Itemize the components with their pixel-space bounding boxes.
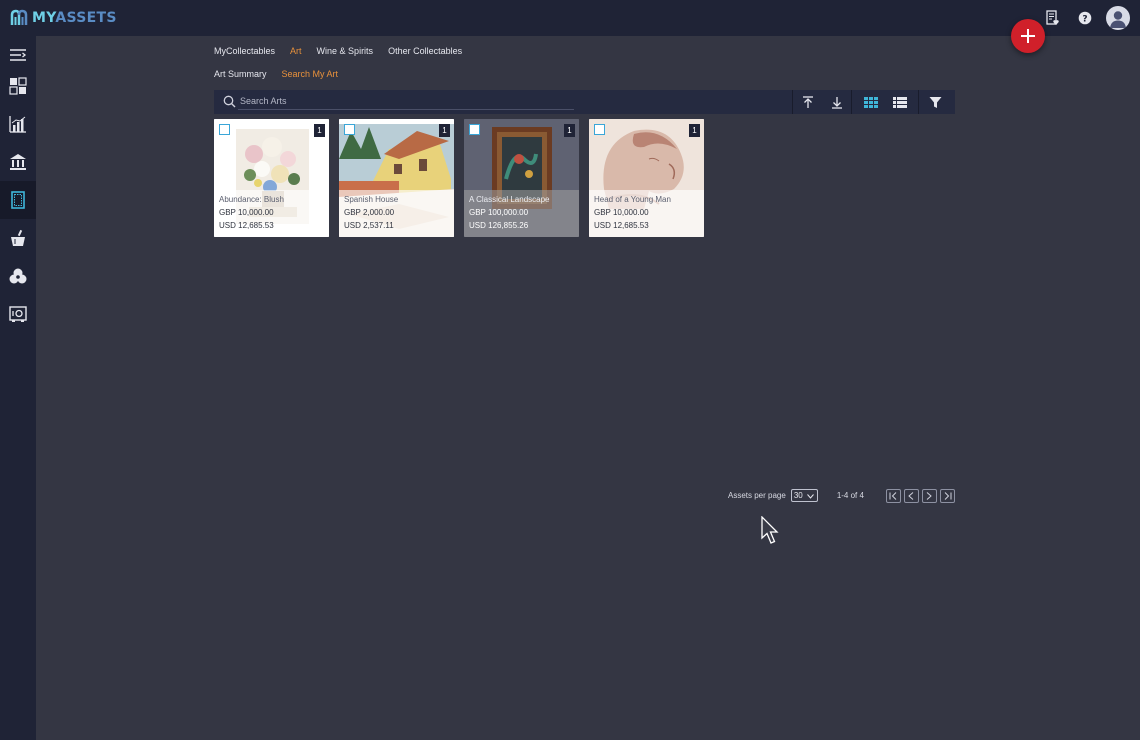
wine-bucket-icon[interactable] xyxy=(0,219,36,257)
brand-name-part2: ASSETS xyxy=(55,10,117,26)
art-card-grid: 1 Abundance: Blush GBP 10,000.00 USD 12,… xyxy=(214,119,714,237)
sidebar xyxy=(0,36,36,740)
search-input[interactable] xyxy=(238,93,574,110)
card-info: A Classical Landscape GBP 100,000.00 USD… xyxy=(464,190,579,237)
art-card[interactable]: 1 Head of a Young Man GBP 10,000.00 USD … xyxy=(589,119,704,237)
search-icon xyxy=(223,95,236,108)
art-subtabs: Art Summary Search My Art xyxy=(214,69,353,79)
prev-page-button[interactable] xyxy=(903,488,919,503)
subtab-search-my-art[interactable]: Search My Art xyxy=(282,69,339,79)
card-info: Spanish House GBP 2,000.00 USD 2,537.11 xyxy=(339,190,454,237)
category-tabs: MyCollectables Art Wine & Spirits Other … xyxy=(214,46,477,56)
art-card[interactable]: 1 Abundance: Blush GBP 10,000.00 USD 12,… xyxy=(214,119,329,237)
user-avatar-icon xyxy=(1110,11,1126,28)
card-quantity-badge: 1 xyxy=(564,124,575,137)
card-quantity-badge: 1 xyxy=(314,124,325,137)
art-card[interactable]: 1 A Classical Landscape GBP 100,000.00 U… xyxy=(464,119,579,237)
svg-text:?: ? xyxy=(1082,14,1087,24)
art-card[interactable]: 1 Spanish House GBP 2,000.00 USD 2,537.1… xyxy=(339,119,454,237)
page-nav xyxy=(883,488,955,503)
download-button[interactable] xyxy=(822,90,851,114)
toolbar-divider xyxy=(851,90,852,114)
filter-icon xyxy=(929,96,942,108)
mouse-cursor-icon xyxy=(761,516,779,544)
list-view-button[interactable] xyxy=(885,90,914,114)
card-quantity-badge: 1 xyxy=(689,124,700,137)
card-title: Spanish House xyxy=(344,195,399,204)
last-page-button[interactable] xyxy=(939,488,955,503)
card-select-checkbox[interactable] xyxy=(344,124,355,135)
next-page-button[interactable] xyxy=(921,488,937,503)
tab-wine-spirits[interactable]: Wine & Spirits xyxy=(317,46,374,56)
subtab-art-summary[interactable]: Art Summary xyxy=(214,69,267,79)
filter-button[interactable] xyxy=(919,90,952,114)
card-title: A Classical Landscape xyxy=(469,195,550,204)
top-bar: MYASSETS ? xyxy=(0,0,1140,36)
add-asset-button[interactable] xyxy=(1011,19,1045,53)
plus-icon xyxy=(1021,29,1035,43)
document-heart-icon[interactable] xyxy=(1042,7,1064,29)
safe-icon[interactable] xyxy=(0,295,36,333)
card-price-usd: USD 126,855.26 xyxy=(469,221,529,230)
list-view-icon xyxy=(892,96,907,108)
brand-logo-icon xyxy=(10,9,28,25)
brand-name-part1: MY xyxy=(32,10,56,26)
upload-button[interactable] xyxy=(793,90,822,114)
card-price-usd: USD 12,685.53 xyxy=(594,221,649,230)
per-page-label: Assets per page xyxy=(728,491,786,500)
card-select-checkbox[interactable] xyxy=(469,124,480,135)
pagination: Assets per page 30 1-4 of 4 xyxy=(728,488,955,503)
card-price-usd: USD 12,685.53 xyxy=(219,221,274,230)
card-title: Head of a Young Man xyxy=(594,195,671,204)
header-actions: ? xyxy=(1032,5,1130,31)
download-icon xyxy=(831,96,842,109)
chevron-left-icon xyxy=(908,491,914,500)
chevron-down-icon xyxy=(806,494,814,499)
tab-art[interactable]: Art xyxy=(290,46,302,56)
bank-icon[interactable] xyxy=(0,143,36,181)
grid-view-icon xyxy=(863,96,878,108)
card-price-gbp: GBP 2,000.00 xyxy=(344,208,395,217)
card-info: Abundance: Blush GBP 10,000.00 USD 12,68… xyxy=(214,190,329,237)
search-area xyxy=(214,90,792,114)
brand-logo[interactable]: MYASSETS xyxy=(10,8,117,28)
search-toolbar xyxy=(214,90,955,114)
first-page-button[interactable] xyxy=(885,488,901,503)
card-select-checkbox[interactable] xyxy=(594,124,605,135)
card-price-gbp: GBP 10,000.00 xyxy=(219,208,274,217)
card-title: Abundance: Blush xyxy=(219,195,284,204)
card-price-usd: USD 2,537.11 xyxy=(344,221,394,230)
card-quantity-badge: 1 xyxy=(439,124,450,137)
brand-name: MYASSETS xyxy=(32,10,117,26)
first-page-icon xyxy=(889,491,897,500)
collectables-icon[interactable] xyxy=(0,181,36,219)
user-avatar[interactable] xyxy=(1106,6,1130,30)
page-range: 1-4 of 4 xyxy=(836,491,864,500)
tab-mycollectables[interactable]: MyCollectables xyxy=(214,46,275,56)
card-select-checkbox[interactable] xyxy=(219,124,230,135)
upload-icon xyxy=(802,95,813,108)
analytics-chart-icon[interactable] xyxy=(0,105,36,143)
per-page-value: 30 xyxy=(793,491,803,500)
grid-view-button[interactable] xyxy=(856,90,885,114)
help-icon[interactable]: ? xyxy=(1074,7,1096,29)
last-page-icon xyxy=(944,491,952,500)
card-price-gbp: GBP 100,000.00 xyxy=(469,208,529,217)
card-info: Head of a Young Man GBP 10,000.00 USD 12… xyxy=(589,190,704,237)
group-icon[interactable] xyxy=(0,257,36,295)
dashboard-icon[interactable] xyxy=(0,67,36,105)
card-price-gbp: GBP 10,000.00 xyxy=(594,208,649,217)
per-page-select[interactable]: 30 xyxy=(790,489,818,502)
tab-other-collectables[interactable]: Other Collectables xyxy=(388,46,462,56)
chevron-right-icon xyxy=(927,491,933,500)
